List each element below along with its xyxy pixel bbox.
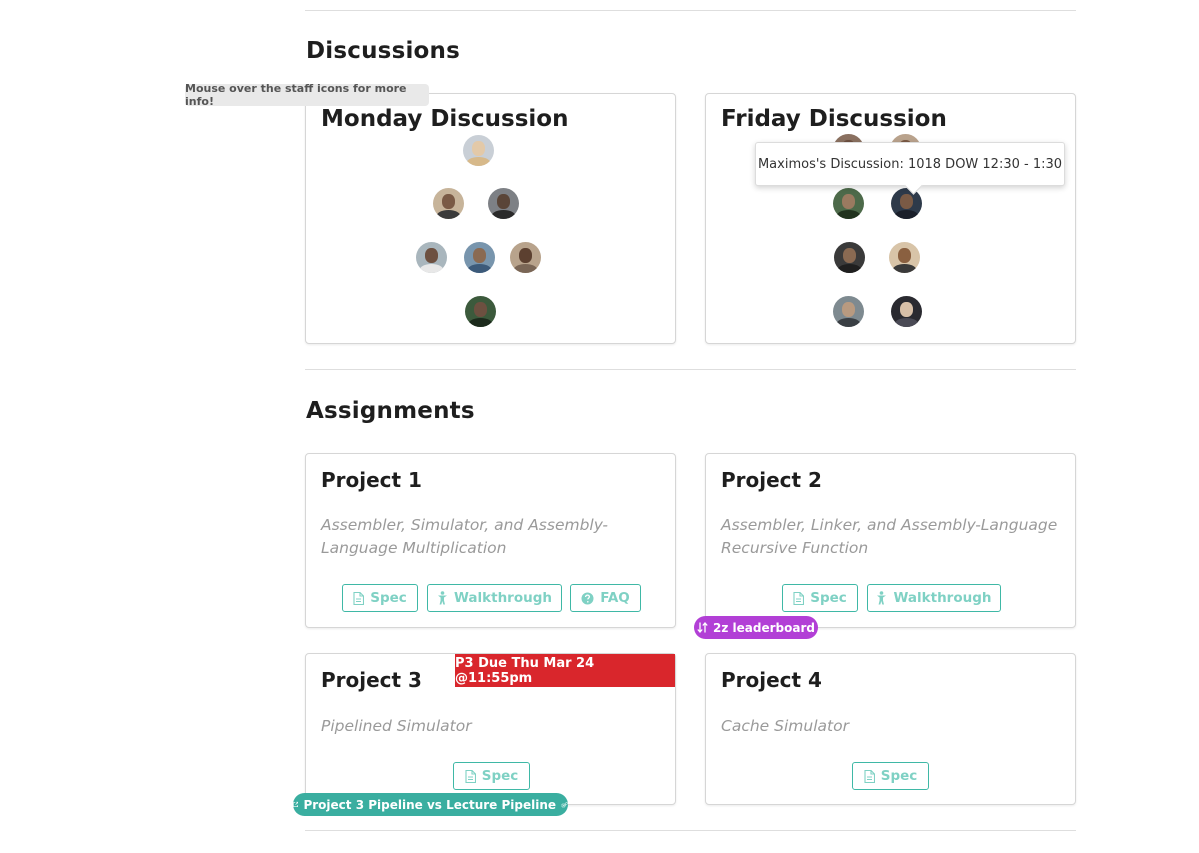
discussions-heading: Discussions (306, 38, 461, 64)
sort-icon (697, 622, 708, 633)
project-4-spec-button[interactable]: Spec (852, 762, 929, 790)
staff-avatar[interactable] (464, 242, 495, 273)
staff-avatar[interactable] (833, 296, 864, 327)
walk-icon (877, 591, 887, 605)
project-3-spec-button[interactable]: Spec (453, 762, 530, 790)
staff-avatar[interactable] (465, 296, 496, 327)
project-4-card: Project 4 Cache Simulator Spec (705, 653, 1076, 805)
staff-avatar[interactable] (891, 296, 922, 327)
staff-avatar[interactable] (891, 188, 922, 219)
staff-avatar[interactable] (416, 242, 447, 273)
project-2-walkthrough-button[interactable]: Walkthrough (867, 584, 1001, 612)
staff-tooltip-text: Maximos's Discussion: 1018 DOW 12:30 - 1… (757, 156, 1063, 172)
monday-discussion-title: Monday Discussion (321, 106, 569, 132)
pipeline-comparison-tag[interactable]: Project 3 Pipeline vs Lecture Pipeline (293, 793, 568, 816)
friday-discussion-card: Friday Discussion (705, 93, 1076, 344)
spec-label: Spec (880, 768, 918, 784)
gears-icon (561, 801, 568, 808)
project-1-card: Project 1 Assembler, Simulator, and Asse… (305, 453, 676, 628)
project-3-due-banner: P3 Due Thu Mar 24 @11:55pm (455, 654, 675, 687)
project-2-title: Project 2 (721, 468, 822, 492)
spec-label: Spec (481, 768, 519, 784)
staff-avatar[interactable] (433, 188, 464, 219)
pipeline-tag-label: Project 3 Pipeline vs Lecture Pipeline (303, 797, 557, 812)
leaderboard-tag-label: 2z leaderboard (713, 620, 815, 635)
assignments-heading: Assignments (306, 398, 475, 424)
walk-icon (437, 591, 447, 605)
middle-divider (305, 369, 1076, 370)
project-1-spec-button[interactable]: Spec (342, 584, 418, 612)
project-1-description: Assembler, Simulator, and Assembly-Langu… (321, 516, 608, 557)
staff-avatar[interactable] (834, 242, 865, 273)
file-icon (864, 769, 875, 783)
project-1-title: Project 1 (321, 468, 422, 492)
staff-tooltip: Maximos's Discussion: 1018 DOW 12:30 - 1… (755, 142, 1065, 195)
walkthrough-label: Walkthrough (893, 590, 992, 606)
file-icon (353, 591, 365, 605)
project-3-title: Project 3 (321, 668, 422, 692)
staff-hint-label: Mouse over the staff icons for more info… (185, 82, 429, 108)
staff-avatar[interactable] (833, 188, 864, 219)
file-icon (465, 769, 476, 783)
spec-label: Spec (370, 590, 407, 606)
project-3-description: Pipelined Simulator (321, 717, 472, 735)
friday-discussion-title: Friday Discussion (721, 106, 947, 132)
faq-label: FAQ (600, 590, 630, 606)
top-divider (305, 10, 1076, 11)
question-circle-icon (581, 592, 594, 604)
project-2-description: Assembler, Linker, and Assembly-Language… (721, 516, 1058, 557)
external-link-icon (293, 801, 299, 808)
walkthrough-label: Walkthrough (453, 590, 552, 606)
bottom-divider (305, 830, 1076, 831)
project-4-title: Project 4 (721, 668, 822, 692)
project-1-walkthrough-button[interactable]: Walkthrough (427, 584, 562, 612)
staff-avatar[interactable] (488, 188, 519, 219)
file-icon (793, 591, 805, 605)
leaderboard-tag[interactable]: 2z leaderboard (694, 616, 818, 639)
project-2-card: Project 2 Assembler, Linker, and Assembl… (705, 453, 1076, 628)
staff-avatar[interactable] (889, 242, 920, 273)
project-4-description: Cache Simulator (721, 717, 849, 735)
staff-avatar[interactable] (463, 135, 494, 166)
staff-avatar[interactable] (510, 242, 541, 273)
project-1-faq-button[interactable]: FAQ (570, 584, 641, 612)
spec-label: Spec (810, 590, 847, 606)
project-2-spec-button[interactable]: Spec (782, 584, 858, 612)
